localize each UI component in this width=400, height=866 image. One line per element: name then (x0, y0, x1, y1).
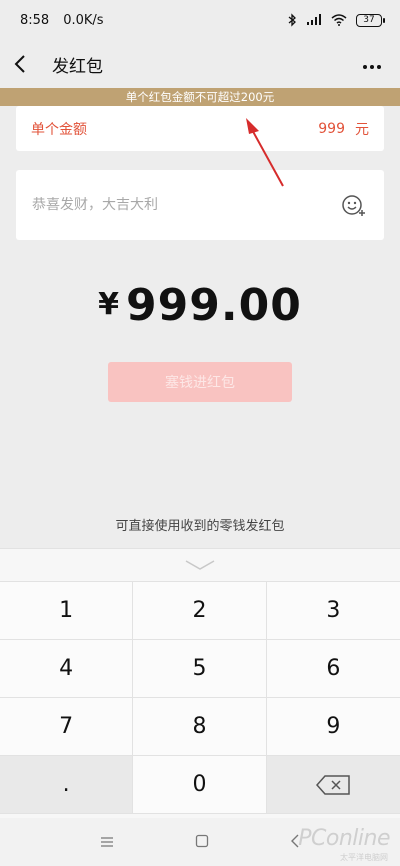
key-7[interactable]: 7 (0, 698, 134, 756)
watermark-logo: PConline (298, 826, 390, 851)
key-9[interactable]: 9 (266, 698, 400, 756)
signal-icon (307, 14, 321, 25)
more-dots-icon (363, 65, 381, 69)
more-options-button[interactable] (362, 53, 386, 75)
key-0[interactable]: 0 (133, 756, 267, 814)
watermark-subtitle: 太平洋电脑网 (340, 853, 388, 862)
chevron-down-icon (185, 560, 215, 570)
amount-label: 单个金额 (31, 121, 87, 138)
key-3[interactable]: 3 (266, 582, 400, 640)
keypad-grid: 1 2 3 4 5 6 7 8 9 . 0 (0, 581, 400, 814)
key-1[interactable]: 1 (0, 582, 134, 640)
home-square-icon (195, 834, 209, 847)
numeric-keypad: 1 2 3 4 5 6 7 8 9 . 0 (0, 548, 400, 818)
nav-bar: 发红包 (0, 40, 400, 88)
status-icons: 37 (287, 13, 385, 27)
send-red-packet-button[interactable]: 塞钱进红包 (108, 362, 292, 402)
key-5[interactable]: 5 (133, 640, 267, 698)
wifi-icon (331, 14, 347, 26)
status-time: 8:58 (20, 12, 50, 28)
key-4[interactable]: 4 (0, 640, 134, 698)
change-hint: 可直接使用收到的零钱发红包 (115, 519, 285, 534)
wish-input[interactable] (32, 197, 340, 213)
amount-row[interactable]: 单个金额 999 元 (16, 106, 384, 151)
total-amount: ¥999.00 (0, 280, 400, 331)
backspace-icon (316, 774, 351, 795)
menu-nav-button[interactable] (100, 833, 114, 852)
key-8[interactable]: 8 (133, 698, 267, 756)
collapse-keypad-button[interactable] (0, 549, 400, 581)
menu-icon (101, 836, 114, 847)
page-title: 发红包 (52, 56, 103, 77)
key-backspace[interactable] (266, 756, 400, 814)
chevron-left-icon (14, 55, 25, 73)
amount-limit-warning: 单个红包金额不可超过200元 (0, 88, 400, 106)
bluetooth-icon (288, 13, 296, 27)
total-amount-value: 999.00 (126, 280, 302, 331)
amount-value[interactable]: 999 (318, 121, 345, 137)
battery-icon: 37 (356, 13, 385, 27)
wish-row (16, 170, 384, 240)
key-decimal[interactable]: . (0, 756, 134, 814)
key-6[interactable]: 6 (266, 640, 400, 698)
amount-unit: 元 (355, 121, 369, 138)
status-speed: 0.0K/s (63, 12, 104, 28)
emoji-add-icon (342, 195, 365, 216)
home-nav-button[interactable] (195, 833, 209, 852)
key-2[interactable]: 2 (133, 582, 267, 640)
currency-symbol: ¥ (98, 287, 121, 322)
back-button[interactable] (14, 53, 36, 75)
status-bar: 8:58 0.0K/s 37 (0, 0, 400, 40)
emoji-button[interactable] (340, 191, 368, 219)
